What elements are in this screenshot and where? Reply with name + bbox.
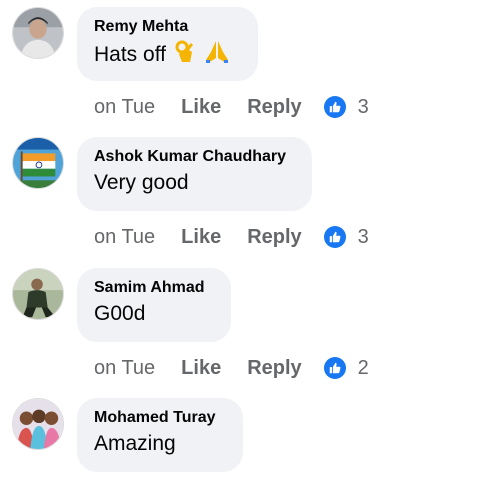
comment-author[interactable]: Samim Ahmad xyxy=(94,278,213,298)
reaction-count[interactable]: 2 xyxy=(358,357,369,380)
reply-button[interactable]: Reply xyxy=(247,226,301,249)
comment-actions: on Tue Like Reply 2 xyxy=(94,353,369,383)
comment-author[interactable]: Remy Mehta xyxy=(94,17,240,37)
comment-bubble: Mohamed Turay Amazing xyxy=(77,398,243,472)
avatar[interactable] xyxy=(12,137,64,189)
comment-author[interactable]: Mohamed Turay xyxy=(94,408,225,428)
comment-text: Very good xyxy=(94,171,189,194)
avatar[interactable] xyxy=(12,398,64,450)
comment-actions: on Tue Like Reply 3 xyxy=(94,222,369,252)
reaction-count[interactable]: 3 xyxy=(358,96,369,119)
comment-text: Amazing xyxy=(94,432,176,455)
folded-hands-emoji xyxy=(204,40,230,71)
comment-bubble: Samim Ahmad G00d xyxy=(77,268,231,342)
comment-bubble: Remy Mehta Hats off xyxy=(77,7,258,81)
like-reaction-icon[interactable] xyxy=(323,226,346,248)
comment-time[interactable]: on Tue xyxy=(94,357,155,380)
reaction-count[interactable]: 3 xyxy=(358,226,369,249)
like-button[interactable]: Like xyxy=(181,226,221,249)
comment-time[interactable]: on Tue xyxy=(94,226,155,249)
comment-text: G00d xyxy=(94,302,146,325)
avatar-photo xyxy=(13,8,63,58)
comment-author[interactable]: Ashok Kumar Chaudhary xyxy=(94,147,294,167)
reply-button[interactable]: Reply xyxy=(247,357,301,380)
comment-text-row: Hats off xyxy=(94,40,240,71)
like-button[interactable]: Like xyxy=(181,96,221,119)
avatar-group-photo xyxy=(13,399,63,449)
comment-text: Hats off xyxy=(94,43,166,66)
comment-bubble: Ashok Kumar Chaudhary Very good xyxy=(77,137,312,211)
comment-time[interactable]: on Tue xyxy=(94,96,155,119)
like-reaction-icon[interactable] xyxy=(323,96,346,118)
avatar-flag-image xyxy=(13,138,63,188)
like-button[interactable]: Like xyxy=(181,357,221,380)
avatar[interactable] xyxy=(12,268,64,320)
reply-button[interactable]: Reply xyxy=(247,96,301,119)
ok-hand-emoji xyxy=(174,40,196,71)
comment-actions: on Tue Like Reply 3 xyxy=(94,92,369,122)
avatar-photo xyxy=(13,269,63,319)
avatar[interactable] xyxy=(12,7,64,59)
like-reaction-icon[interactable] xyxy=(323,357,346,379)
